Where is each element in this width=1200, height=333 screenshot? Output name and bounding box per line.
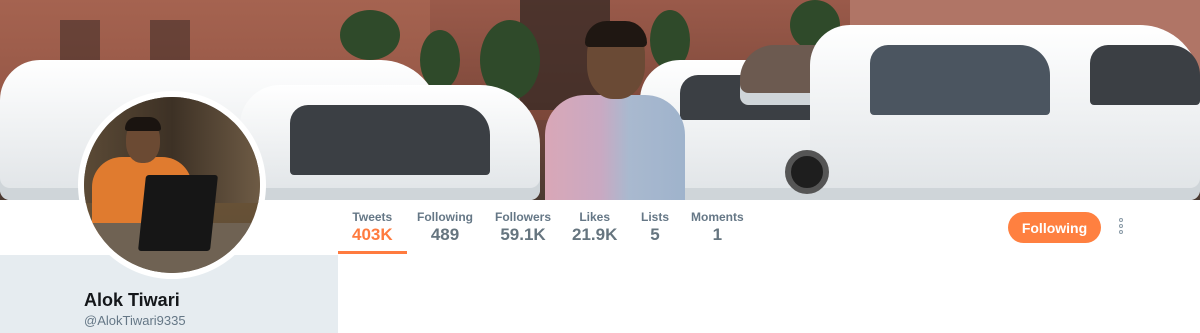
stat-tweets-label: Tweets [352,210,393,224]
stat-lists[interactable]: Lists 5 [641,210,669,245]
stat-lists-value: 5 [650,225,660,244]
avatar-photo [84,97,260,273]
stat-following-value: 489 [430,225,460,244]
active-tab-indicator [338,251,407,254]
stat-likes-value: 21.9K [572,225,618,244]
banner-shrub [340,10,400,60]
avatar-person-hair [125,117,161,131]
stat-likes-label: Likes [579,210,611,224]
stat-tweets-value: 403K [352,225,393,244]
stat-moments-value: 1 [712,225,723,244]
stat-moments-label: Moments [691,210,744,224]
profile-name[interactable]: Alok Tiwari [84,290,180,311]
stat-following[interactable]: Following 489 [417,210,473,245]
banner-person [545,21,685,200]
profile-handle[interactable]: @AlokTiwari9335 [84,313,186,328]
dot [1119,224,1123,228]
stat-followers[interactable]: Followers 59.1K [495,210,551,245]
banner-car-windshield [870,45,1050,115]
banner-person-shirt [545,95,685,200]
vertical-dots-icon[interactable] [1115,218,1127,238]
stat-lists-label: Lists [641,210,670,224]
timeline-area [338,255,1200,333]
stat-tweets[interactable]: Tweets 403K [338,210,407,254]
stat-likes[interactable]: Likes 21.9K [572,210,617,245]
stat-moments[interactable]: Moments 1 [691,210,744,245]
profile-avatar[interactable] [78,91,266,279]
following-button[interactable]: Following [1008,212,1101,243]
avatar-laptop [138,175,218,251]
stat-following-label: Following [417,210,473,224]
stat-followers-value: 59.1K [500,225,546,244]
banner-person-hair [585,21,647,47]
dot [1119,218,1123,222]
banner-car-window [290,105,490,175]
stat-followers-label: Followers [495,210,552,224]
banner-car-wheel [785,150,829,194]
banner-car-window [1090,45,1200,105]
dot [1119,230,1123,234]
